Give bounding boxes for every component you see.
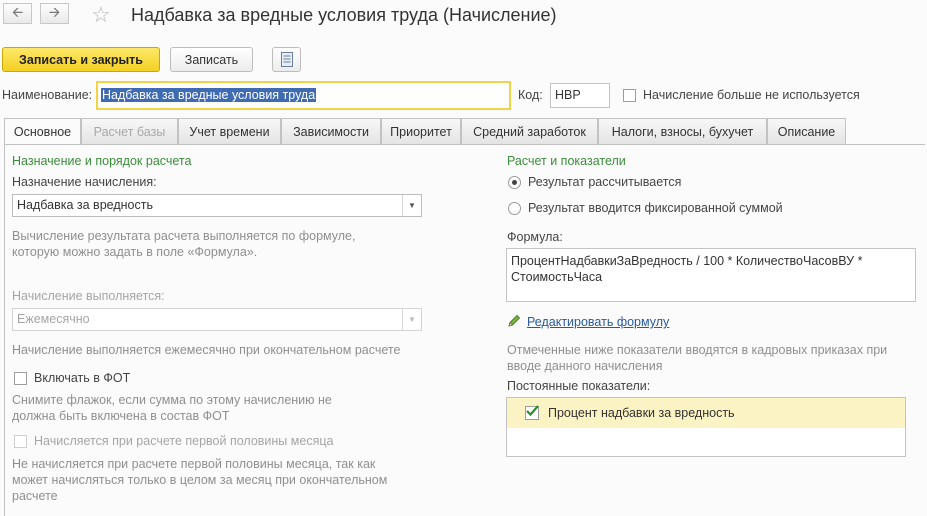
tab-priority[interactable]: Приоритет bbox=[381, 118, 461, 144]
tab-taxes[interactable]: Налоги, взносы, бухучет bbox=[598, 118, 767, 144]
tab-average-earnings[interactable]: Средний заработок bbox=[461, 118, 598, 144]
tab-dependencies[interactable]: Зависимости bbox=[281, 118, 381, 144]
purpose-section-title: Назначение и порядок расчета bbox=[12, 154, 192, 168]
tab-time-accounting[interactable]: Учет времени bbox=[178, 118, 281, 144]
calculation-section-title: Расчет и показатели bbox=[507, 154, 626, 168]
dropdown-arrow-icon[interactable]: ▼ bbox=[402, 195, 421, 216]
indicators-hint: Отмеченные ниже показатели вводятся в ка… bbox=[507, 343, 888, 373]
check-icon bbox=[526, 405, 539, 417]
save-button[interactable]: Записать bbox=[170, 47, 253, 72]
fot-label: Включать в ФОТ bbox=[34, 371, 131, 385]
unused-checkbox[interactable] bbox=[623, 89, 636, 102]
name-label: Наименование: bbox=[2, 88, 93, 102]
arrow-right-icon: 🡪 bbox=[48, 3, 61, 20]
purpose-hint: Вычисление результата расчета выполняетс… bbox=[12, 229, 356, 259]
purpose-select[interactable]: Надбавка за вредность ▼ bbox=[12, 194, 422, 217]
constant-indicators-label: Постоянные показатели: bbox=[507, 379, 651, 393]
period-select-value: Ежемесячно bbox=[17, 312, 90, 326]
code-input[interactable]: НВР bbox=[550, 83, 610, 108]
unused-label: Начисление больше не используется bbox=[643, 88, 860, 102]
code-label: Код: bbox=[518, 88, 543, 102]
first-half-checkbox bbox=[14, 435, 27, 448]
radio-fixed[interactable] bbox=[508, 202, 521, 215]
page-title: Надбавка за вредные условия труда (Начис… bbox=[131, 5, 557, 25]
back-button[interactable]: 🡨 bbox=[3, 3, 32, 24]
dropdown-arrow-icon: ▼ bbox=[402, 309, 421, 330]
pencil-icon[interactable] bbox=[507, 314, 521, 328]
fot-checkbox[interactable] bbox=[14, 372, 27, 385]
list-item[interactable]: Процент надбавки за вредность bbox=[507, 398, 905, 428]
radio-fixed-label: Результат вводится фиксированной суммой bbox=[528, 201, 783, 215]
name-input[interactable]: Надбавка за вредные условия труда bbox=[96, 81, 511, 110]
report-button[interactable] bbox=[272, 47, 301, 72]
formula-field[interactable]: ПроцентНадбавкиЗаВредность / 100 * Колич… bbox=[506, 248, 916, 302]
indicators-list: Процент надбавки за вредность bbox=[506, 397, 906, 457]
tab-description[interactable]: Описание bbox=[767, 118, 846, 144]
radio-calculated[interactable] bbox=[508, 176, 521, 189]
edit-formula-link[interactable]: Редактировать формулу bbox=[527, 315, 669, 329]
indicator-checkbox[interactable] bbox=[525, 405, 539, 420]
fot-hint: Снимите флажок, если сумма по этому начи… bbox=[12, 393, 332, 423]
arrow-left-icon: 🡨 bbox=[11, 3, 24, 20]
period-select: Ежемесячно ▼ bbox=[12, 308, 422, 331]
radio-calculated-label: Результат рассчитывается bbox=[528, 175, 682, 189]
first-half-hint: Не начисляется при расчете первой полови… bbox=[12, 457, 388, 503]
document-list-icon bbox=[280, 52, 293, 67]
save-and-close-button[interactable]: Записать и закрыть bbox=[2, 47, 160, 72]
purpose-label: Назначение начисления: bbox=[12, 175, 157, 189]
name-input-value: Надбавка за вредные условия труда bbox=[101, 88, 317, 102]
tab-base-calculation[interactable]: Расчет базы bbox=[81, 118, 178, 144]
purpose-select-value: Надбавка за вредность bbox=[17, 198, 153, 212]
tab-main[interactable]: Основное bbox=[4, 118, 81, 145]
period-hint: Начисление выполняется ежемесячно при ок… bbox=[12, 343, 401, 357]
formula-label: Формула: bbox=[507, 230, 563, 244]
star-icon[interactable]: ☆ bbox=[91, 2, 111, 28]
indicator-label: Процент надбавки за вредность bbox=[548, 406, 735, 420]
first-half-label: Начисляется при расчете первой половины … bbox=[34, 434, 334, 448]
period-label: Начисление выполняется: bbox=[12, 289, 165, 303]
forward-button[interactable]: 🡪 bbox=[40, 3, 69, 24]
